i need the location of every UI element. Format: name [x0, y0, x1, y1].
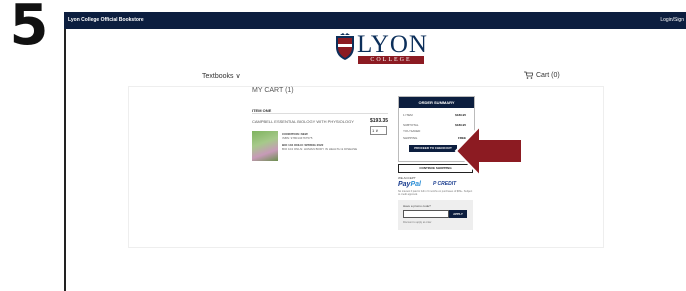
store-name[interactable]: Lyon College Official Bookstore	[68, 17, 144, 23]
red-pointer-arrow-icon	[454, 123, 523, 179]
order-summary-header: ORDER SUMMARY	[399, 97, 474, 108]
paypal-logo: PayPal	[398, 181, 421, 188]
we-accept-label: WE ACCEPT	[398, 176, 416, 180]
lyon-logo[interactable]: LYON COLLEGE	[334, 31, 428, 65]
logo-sub: COLLEGE	[358, 56, 424, 64]
cart-link[interactable]: Cart (0)	[524, 71, 560, 79]
paypal-note: No interest if paid in full in 6 months …	[398, 190, 473, 196]
paypal-credit-logo: P CREDIT	[433, 181, 457, 187]
my-cart-heading: MY CART (1)	[252, 87, 294, 94]
summary-label: YOU SAVED	[403, 129, 421, 133]
cart-icon	[524, 71, 533, 79]
paypal-logo-part-a: Pay	[398, 181, 411, 188]
promo-note: Discount to apply at order	[403, 221, 432, 224]
summary-row: 1 ITEM $189.95	[403, 113, 470, 117]
item-title[interactable]: CAMPBELL ESSENTIAL BIOLOGY WITH PHYSIOLO…	[252, 119, 354, 124]
step-number: 5	[9, 0, 49, 58]
proceed-to-checkout-button[interactable]: PROCEED TO CHECKOUT	[409, 145, 457, 152]
summary-label: 1 ITEM	[403, 113, 413, 117]
cart-label: Cart (0)	[536, 71, 560, 79]
promo-box: Have a promo code? APPLY Discount to app…	[398, 200, 473, 230]
apply-button[interactable]: APPLY	[449, 210, 467, 218]
summary-label: SUBTOTAL	[403, 123, 419, 127]
top-bar: Lyon College Official Bookstore Login/Si…	[64, 12, 686, 29]
summary-label: SHIPPING	[403, 136, 418, 140]
book-cover-image[interactable]	[252, 131, 278, 161]
item-course-name: BIO 104 ONLN: HUMAN BODY IN HEALTH & DIS…	[282, 147, 358, 151]
divider	[252, 113, 388, 114]
item-isbn: ISBN: 9780134767575	[282, 136, 313, 140]
summary-value: $189.95	[455, 113, 466, 117]
textbooks-menu[interactable]: Textbooks ∨	[202, 72, 241, 80]
cart-panel	[128, 86, 604, 248]
shield-icon	[336, 33, 354, 60]
promo-label: Have a promo code?	[403, 204, 431, 208]
login-link[interactable]: Login/Sign	[660, 17, 684, 23]
quantity-select[interactable]: 1 ∨	[370, 126, 387, 135]
item-price: $193.35	[370, 118, 389, 124]
promo-code-input[interactable]	[403, 210, 449, 218]
paypal-logo-part-b: Pal	[410, 181, 421, 188]
logo-name: LYON	[357, 31, 428, 58]
